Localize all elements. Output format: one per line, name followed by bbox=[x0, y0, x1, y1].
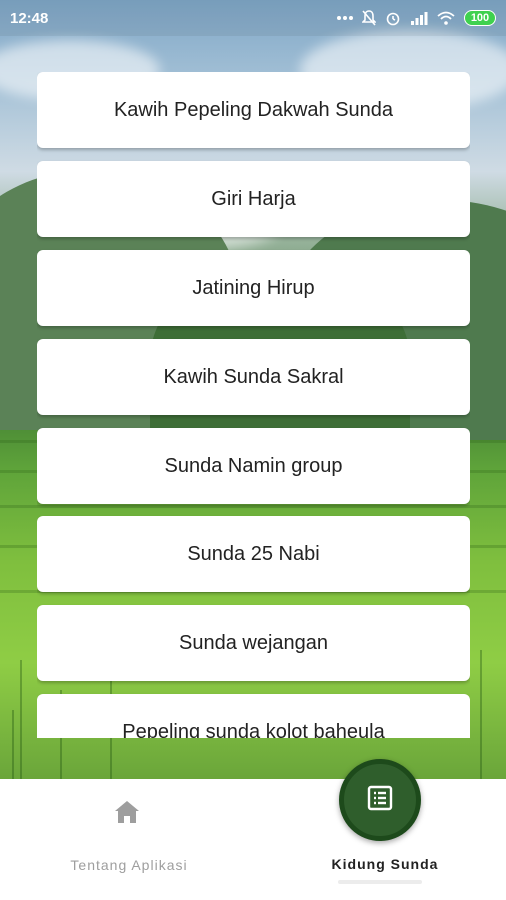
nav-item-tentang-aplikasi[interactable]: Tentang Aplikasi bbox=[54, 787, 204, 877]
bell-off-icon bbox=[362, 10, 376, 26]
kidung-sunda-fab[interactable] bbox=[339, 759, 421, 841]
battery-indicator: 100 bbox=[464, 10, 496, 26]
list-item[interactable]: Kawih Sunda Sakral bbox=[37, 339, 470, 415]
list-item[interactable]: Sunda wejangan bbox=[37, 605, 470, 681]
nav-item-kidung-sunda[interactable]: Kidung Sunda bbox=[310, 759, 460, 889]
signal-icon bbox=[410, 11, 428, 25]
status-icons: 100 bbox=[337, 10, 496, 26]
alarm-icon bbox=[385, 10, 401, 26]
nav-label-tentang-aplikasi: Tentang Aplikasi bbox=[70, 857, 188, 873]
list-item[interactable]: Pepeling sunda kolot baheula bbox=[37, 694, 470, 738]
status-time: 12:48 bbox=[10, 9, 49, 27]
list-item[interactable]: Giri Harja bbox=[37, 161, 470, 237]
active-tab-indicator bbox=[338, 880, 422, 884]
list-item[interactable]: Kawih Pepeling Dakwah Sunda bbox=[37, 72, 470, 148]
bottom-navigation: Tentang Aplikasi Kidung Sunda bbox=[0, 759, 506, 900]
status-bar: 12:48 100 bbox=[0, 0, 506, 36]
list-item[interactable]: Jatining Hirup bbox=[37, 250, 470, 326]
song-list[interactable]: Kawih Pepeling Dakwah Sunda Giri Harja J… bbox=[37, 72, 470, 738]
more-dots-icon bbox=[337, 15, 353, 21]
nav-label-kidung-sunda: Kidung Sunda bbox=[331, 856, 439, 872]
list-item[interactable]: Sunda Namin group bbox=[37, 428, 470, 504]
list-icon bbox=[367, 785, 393, 816]
home-icon bbox=[112, 797, 142, 827]
list-item[interactable]: Sunda 25 Nabi bbox=[37, 516, 470, 592]
wifi-icon bbox=[437, 11, 455, 25]
